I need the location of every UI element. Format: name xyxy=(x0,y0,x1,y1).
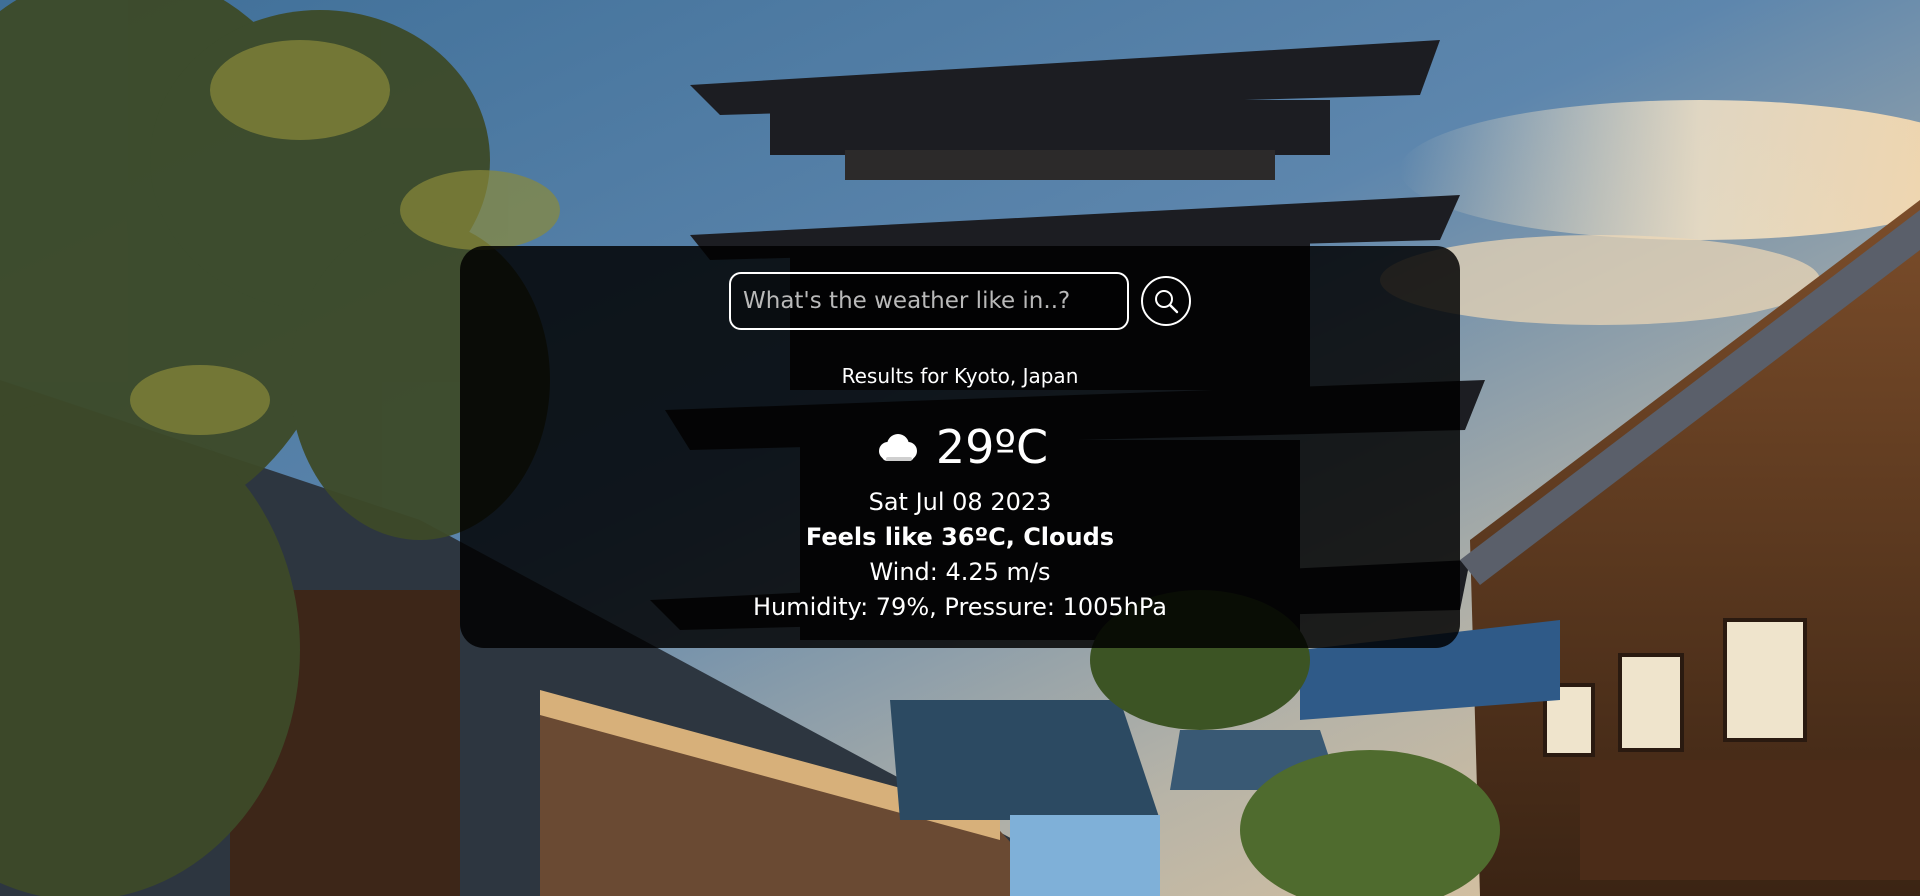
wind: Wind: 4.25 m/s xyxy=(869,558,1051,586)
date: Sat Jul 08 2023 xyxy=(868,488,1052,516)
temperature: 29ºC xyxy=(935,420,1049,474)
temperature-row: 29ºC xyxy=(460,424,1460,470)
weather-card: Results for Kyoto, Japan 29ºC Sat Jul 08… xyxy=(460,246,1460,648)
cloud-icon xyxy=(878,434,917,461)
search-input[interactable] xyxy=(729,272,1129,330)
search-bar xyxy=(460,272,1460,330)
results-label: Results for Kyoto, Japan xyxy=(841,364,1079,388)
search-button[interactable] xyxy=(1141,276,1191,326)
search-icon xyxy=(1155,290,1179,314)
feels-like: Feels like 36ºC, Clouds xyxy=(805,523,1115,551)
humidity-pressure: Humidity: 79%, Pressure: 1005hPa xyxy=(753,593,1167,621)
